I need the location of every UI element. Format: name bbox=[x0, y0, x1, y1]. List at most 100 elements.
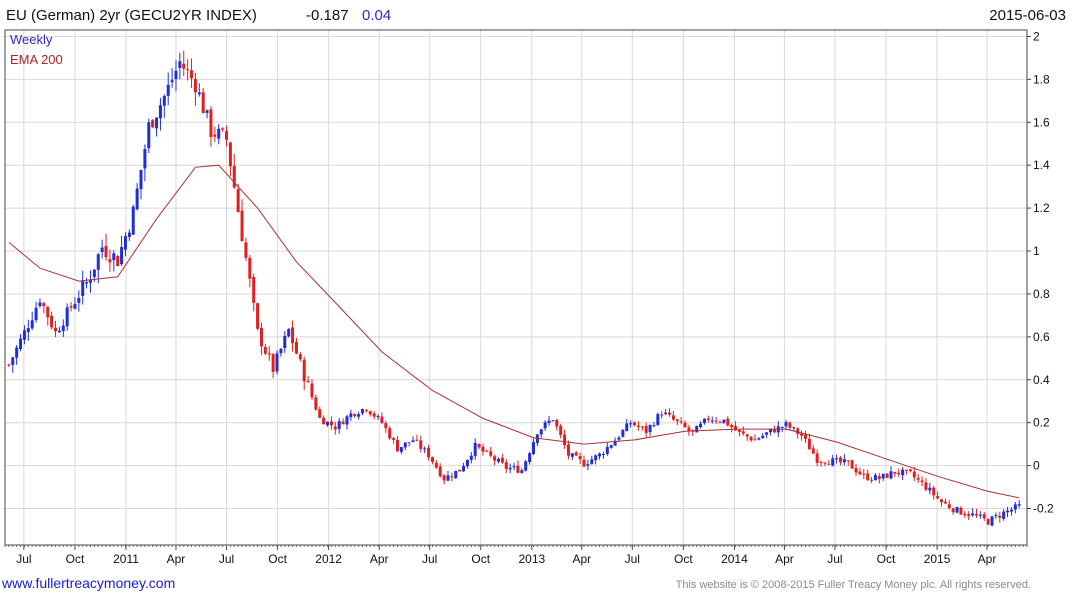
candle-body bbox=[65, 307, 69, 327]
x-tick-label: Oct bbox=[268, 552, 287, 566]
candle-body bbox=[699, 423, 703, 428]
x-tick-label: Oct bbox=[877, 552, 896, 566]
candle-body bbox=[283, 335, 287, 349]
candle-body bbox=[765, 432, 769, 435]
candle-body bbox=[454, 470, 458, 479]
candle-body bbox=[722, 419, 726, 423]
candle-body bbox=[741, 431, 745, 434]
change-value: 0.04 bbox=[362, 7, 391, 24]
candle-body bbox=[811, 448, 815, 454]
candle-body bbox=[679, 421, 683, 423]
candle-body bbox=[341, 421, 345, 425]
candle-body bbox=[399, 447, 403, 452]
candle-body bbox=[971, 513, 975, 516]
candle-body bbox=[201, 92, 205, 114]
candle-body bbox=[294, 341, 298, 354]
candle-body bbox=[306, 380, 310, 383]
candle-body bbox=[788, 422, 792, 428]
candle-body bbox=[151, 120, 155, 128]
x-tick-label: Jul bbox=[827, 552, 842, 566]
x-tick-label: 2012 bbox=[315, 552, 342, 566]
candle-body bbox=[924, 482, 928, 490]
candle-body bbox=[901, 469, 905, 476]
candle-body bbox=[411, 440, 415, 442]
x-tick-label: Oct bbox=[471, 552, 490, 566]
candle-body bbox=[601, 453, 605, 455]
plot-frame bbox=[4, 29, 1028, 546]
candle-body bbox=[928, 487, 932, 491]
x-tick-label: Apr bbox=[978, 552, 997, 566]
candle-body bbox=[559, 425, 563, 436]
candle-body bbox=[361, 409, 365, 414]
candle-body bbox=[108, 259, 112, 263]
candle-body bbox=[749, 436, 753, 441]
candle-body bbox=[854, 467, 858, 473]
candle-body bbox=[77, 297, 81, 303]
candle-body bbox=[994, 515, 998, 517]
candle-body bbox=[893, 471, 897, 474]
candle-body bbox=[753, 439, 757, 441]
x-tick-label: 2011 bbox=[113, 552, 139, 566]
candle-body bbox=[337, 421, 341, 429]
candle-body bbox=[629, 423, 633, 425]
candle-body bbox=[640, 426, 644, 428]
candle-body bbox=[772, 429, 776, 433]
candle-body bbox=[224, 131, 228, 140]
candle-body bbox=[866, 473, 870, 480]
candle-body bbox=[590, 459, 594, 465]
candle-body bbox=[388, 428, 392, 439]
candle-body bbox=[633, 422, 637, 426]
candle-body bbox=[656, 414, 660, 426]
candle-body bbox=[516, 465, 520, 473]
candle-body bbox=[7, 364, 11, 366]
candle-body bbox=[123, 236, 127, 250]
candle-body bbox=[190, 70, 194, 79]
candle-body bbox=[46, 306, 50, 318]
candle-body bbox=[644, 425, 648, 433]
candle-body bbox=[143, 148, 147, 169]
candle-body bbox=[873, 475, 877, 481]
x-tick-label: Apr bbox=[775, 552, 794, 566]
candle-body bbox=[345, 416, 349, 425]
candle-body bbox=[73, 303, 77, 309]
candle-body bbox=[465, 459, 469, 467]
candle-body bbox=[636, 425, 640, 427]
candle-body bbox=[539, 429, 543, 435]
candle-body bbox=[450, 476, 454, 478]
candle-body bbox=[85, 282, 89, 284]
candle-body bbox=[438, 466, 442, 477]
candle-body bbox=[784, 422, 788, 427]
candle-body bbox=[446, 475, 450, 481]
candle-body bbox=[648, 425, 652, 432]
candle-body bbox=[104, 245, 108, 258]
candle-body bbox=[955, 507, 959, 513]
candle-body bbox=[951, 508, 955, 513]
candle-body bbox=[244, 242, 248, 258]
candle-body bbox=[26, 328, 30, 333]
candle-body bbox=[131, 206, 135, 235]
candle-body bbox=[706, 418, 710, 420]
candle-body bbox=[54, 327, 58, 332]
candle-body bbox=[916, 477, 920, 480]
candle-body bbox=[897, 472, 901, 475]
candle-body bbox=[287, 328, 291, 337]
candle-body bbox=[407, 442, 411, 444]
candle-body bbox=[660, 414, 664, 416]
candle-body bbox=[403, 442, 407, 448]
candle-body bbox=[524, 461, 528, 471]
y-tick-label: -0.2 bbox=[1033, 502, 1054, 516]
candle-body bbox=[19, 338, 23, 350]
candle-body bbox=[182, 63, 186, 69]
legend-weekly: Weekly bbox=[10, 32, 53, 47]
website-link[interactable]: www.fullertreacymoney.com bbox=[2, 575, 175, 591]
candle-body bbox=[726, 418, 730, 426]
candle-body bbox=[326, 421, 330, 426]
ema-200-line bbox=[8, 164, 1020, 499]
y-tick-label: 1.8 bbox=[1033, 72, 1050, 86]
candle-body bbox=[372, 413, 376, 417]
candle-body bbox=[419, 440, 423, 449]
candle-body bbox=[877, 476, 881, 480]
y-tick-label: 0.6 bbox=[1033, 330, 1050, 344]
candle-body bbox=[683, 422, 687, 428]
candle-body bbox=[139, 169, 143, 190]
